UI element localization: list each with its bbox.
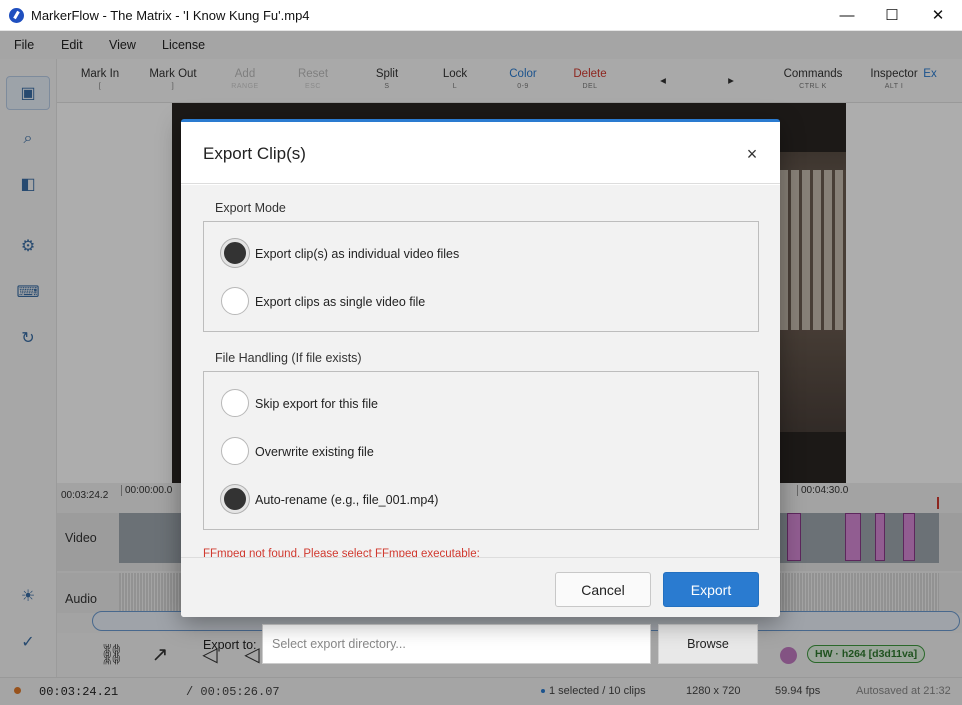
radio-label: Overwrite existing file [255,445,374,459]
export-mode-label: Export Mode [215,201,286,215]
radio-label: Auto-rename (e.g., file_001.mp4) [255,493,439,507]
radio-button[interactable] [221,287,249,315]
close-window-button[interactable]: ✕ [915,0,961,31]
radio-label: Export clip(s) as individual video files [255,247,460,261]
dialog-title: Export Clip(s) [203,144,306,163]
dialog-header: Export Clip(s) × [181,122,780,184]
window-title: MarkerFlow - The Matrix - 'I Know Kung F… [31,8,310,23]
auto-rename-option[interactable]: Auto-rename (e.g., file_001.mp4) [221,485,741,515]
file-handling-group: Skip export for this file Overwrite exis… [203,371,759,530]
export-dialog: Export Clip(s) × Export Mode Export clip… [181,119,780,617]
skip-export-option[interactable]: Skip export for this file [221,389,741,419]
export-mode-single-option[interactable]: Export clips as single video file [221,287,741,317]
dialog-body: Export Mode Export clip(s) as individual… [181,185,780,557]
radio-label: Skip export for this file [255,397,378,411]
radio-button[interactable] [221,437,249,465]
minimize-button[interactable]: — [824,0,870,31]
export-mode-group: Export clip(s) as individual video files… [203,221,759,332]
export-button[interactable]: Export [663,572,759,607]
radio-button[interactable] [221,389,249,417]
export-directory-row: Select export directory... Browse [262,624,758,664]
browse-button[interactable]: Browse [658,624,758,664]
file-handling-label: File Handling (If file exists) [215,351,362,365]
overwrite-option[interactable]: Overwrite existing file [221,437,741,467]
dialog-close-button[interactable]: × [740,143,764,167]
app-logo-icon [9,8,24,23]
export-mode-individual-option[interactable]: Export clip(s) as individual video files [221,239,741,269]
radio-label: Export clips as single video file [255,295,426,309]
ffmpeg-error-message: FFmpeg not found. Please select FFmpeg e… [203,548,480,557]
cancel-button[interactable]: Cancel [555,572,651,607]
maximize-button[interactable]: ☐ [869,0,915,31]
dialog-footer: Cancel Export [181,557,780,617]
radio-button[interactable] [221,239,249,267]
export-directory-input[interactable]: Select export directory... [262,624,651,664]
title-bar: MarkerFlow - The Matrix - 'I Know Kung F… [0,0,962,31]
radio-button[interactable] [221,485,249,513]
